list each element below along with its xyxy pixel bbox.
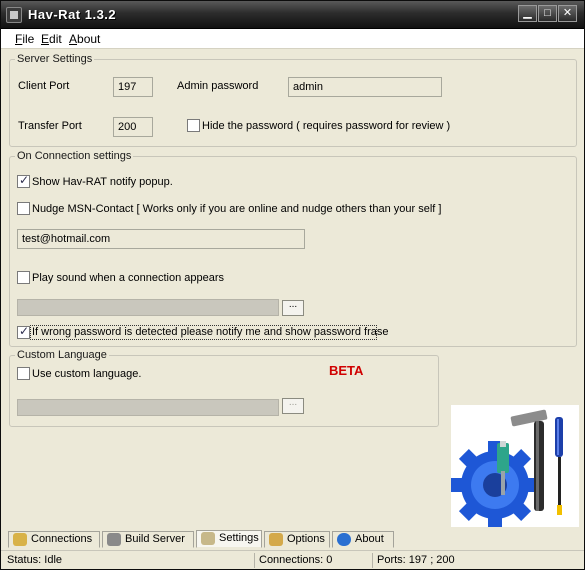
tab-connections[interactable]: Connections (8, 531, 100, 548)
custom-language-group (9, 355, 439, 427)
nudge-msn-checkbox[interactable] (17, 202, 30, 215)
nudge-msn-label[interactable]: Nudge MSN-Contact [ Works only if you ar… (32, 203, 441, 215)
admin-password-input[interactable]: admin (288, 77, 442, 97)
language-path-input[interactable] (17, 399, 279, 416)
pen-icon (201, 532, 215, 545)
users-icon (13, 533, 27, 546)
ports-text: Ports: 197 ; 200 (377, 554, 455, 566)
gears-icon (269, 533, 283, 546)
notify-popup-checkbox[interactable] (17, 173, 30, 188)
server-settings-title: Server Settings (15, 53, 95, 65)
wrong-password-label[interactable]: If wrong password is detected please not… (32, 326, 388, 338)
transfer-port-label: Transfer Port (18, 120, 82, 132)
sound-browse-button[interactable]: ... (282, 300, 304, 316)
minimize-button[interactable]: ▁ (518, 5, 537, 22)
tab-options[interactable]: Options (264, 531, 330, 548)
tab-settings-label: Settings (219, 532, 259, 544)
tab-about-label: About (355, 533, 384, 545)
hide-password-checkbox[interactable] (187, 119, 200, 132)
custom-language-title: Custom Language (15, 349, 109, 361)
tab-build-server-label: Build Server (125, 533, 185, 545)
menu-file[interactable]: File (15, 32, 34, 46)
use-custom-language-label[interactable]: Use custom language. (32, 368, 141, 380)
tab-build-server[interactable]: Build Server (102, 531, 194, 548)
menu-bar: File Edit About (1, 29, 584, 49)
language-browse-button[interactable]: ... (282, 398, 304, 414)
play-sound-checkbox[interactable] (17, 271, 30, 284)
tab-settings[interactable]: Settings (196, 530, 262, 548)
status-text: Status: Idle (3, 553, 255, 568)
beta-label: BETA (329, 363, 364, 378)
wrong-password-checkbox[interactable] (17, 324, 30, 339)
tab-connections-label: Connections (31, 533, 93, 545)
admin-password-label: Admin password (177, 80, 259, 92)
main-window: Hav-Rat 1.3.2 ▁ □ ✕ File Edit About Serv… (0, 0, 585, 570)
info-icon (337, 533, 351, 546)
hide-password-label[interactable]: Hide the password ( requires password fo… (202, 120, 450, 132)
menu-edit[interactable]: Edit (41, 32, 62, 46)
maximize-button[interactable]: □ (538, 5, 557, 22)
app-icon[interactable] (6, 7, 22, 23)
client-port-input[interactable]: 197 (113, 77, 153, 97)
server-settings-group (9, 59, 577, 147)
close-button[interactable]: ✕ (558, 5, 577, 22)
status-bar: Status: Idle Connections: 0 Ports: 197 ;… (1, 550, 584, 569)
tab-about[interactable]: About (332, 531, 394, 548)
play-sound-label[interactable]: Play sound when a connection appears (32, 272, 224, 284)
connections-count: Connections: 0 (255, 553, 373, 568)
sound-path-input[interactable] (17, 299, 279, 316)
transfer-port-input[interactable]: 200 (113, 117, 153, 137)
client-port-label: Client Port (18, 80, 70, 92)
notify-popup-label[interactable]: Show Hav-RAT notify popup. (32, 176, 173, 188)
msn-email-input[interactable]: test@hotmail.com (17, 229, 305, 249)
wrench-icon (107, 533, 121, 546)
use-custom-language-checkbox[interactable] (17, 367, 30, 380)
window-title: Hav-Rat 1.3.2 (28, 7, 117, 22)
connection-settings-title: On Connection settings (15, 150, 134, 162)
tab-options-label: Options (287, 533, 325, 545)
menu-about[interactable]: About (69, 32, 100, 46)
tools-gear-icon (451, 405, 579, 527)
title-bar[interactable]: Hav-Rat 1.3.2 ▁ □ ✕ (1, 1, 584, 29)
